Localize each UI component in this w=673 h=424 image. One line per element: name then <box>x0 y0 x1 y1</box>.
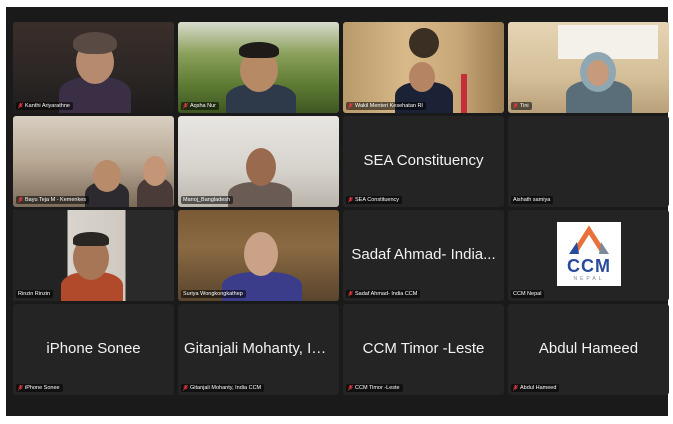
participant-name: SEA Constituency <box>355 197 400 203</box>
participant-name-label: CCM Nepal <box>511 290 545 298</box>
participant-tile[interactable]: Suriya Wongkongkathep <box>178 210 339 301</box>
video-gallery: Kanthi Ariyarathne Aqsha Nur Wakil Mente… <box>6 7 669 416</box>
participant-name-label: Gitanjali Mohanty, India CCM <box>181 384 265 392</box>
participant-video <box>508 22 669 113</box>
participant-video <box>13 22 174 113</box>
mic-muted-icon <box>18 103 23 109</box>
participant-display-name: Abdul Hameed <box>538 340 639 357</box>
participant-tile-active-speaker[interactable]: Rinzin Rinzin <box>13 210 174 301</box>
participant-video <box>343 22 504 113</box>
banner-image <box>558 25 658 59</box>
flag-icon <box>461 74 467 113</box>
participant-tile[interactable]: CCM Timor -Leste CCM Timor -Leste <box>343 304 504 395</box>
participant-display-name: Gitanjali Mohanty, Ind... <box>184 340 339 357</box>
participant-tile[interactable]: Sadaf Ahmad- India... Sadaf Ahmad- India… <box>343 210 504 301</box>
participant-name-label: Bayu Teja M - Kemenkes <box>16 196 90 204</box>
participant-name-label: Rinzin Rinzin <box>16 290 54 298</box>
participant-tile[interactable]: Gitanjali Mohanty, Ind... Gitanjali Moha… <box>178 304 339 395</box>
mic-muted-icon <box>513 385 518 391</box>
participant-tile[interactable]: Manoj_Bangladesh <box>178 116 339 207</box>
mic-muted-icon <box>348 291 353 297</box>
participant-display-name: SEA Constituency <box>363 152 484 169</box>
participant-tile[interactable]: iPhone Sonee iPhone Sonee <box>13 304 174 395</box>
participant-name: Suriya Wongkongkathep <box>183 291 243 297</box>
participant-name-label: Sadaf Ahmad- India CCM <box>346 290 421 298</box>
participant-video <box>13 116 174 207</box>
participant-display-name: iPhone Sonee <box>46 340 141 357</box>
participant-video <box>178 210 339 301</box>
participant-name-label: SEA Constituency <box>346 196 403 204</box>
participant-tile[interactable]: Aqsha Nur <box>178 22 339 113</box>
participant-name: CCM Timor -Leste <box>355 385 400 391</box>
mic-muted-icon <box>183 385 188 391</box>
ccm-logo-text: CCM <box>567 256 611 276</box>
mic-muted-icon <box>348 103 353 109</box>
participant-name: Manoj_Bangladesh <box>183 197 231 203</box>
mic-muted-icon <box>513 103 518 109</box>
participant-name: Bayu Teja M - Kemenkes <box>25 197 87 203</box>
mic-muted-icon <box>18 197 23 203</box>
participant-display-name: Sadaf Ahmad- India... <box>351 246 496 263</box>
participant-name-label: CCM Timor -Leste <box>346 384 403 392</box>
participant-name-label: Kanthi Ariyarathne <box>16 102 73 110</box>
participant-video <box>13 210 174 301</box>
mic-muted-icon <box>183 103 188 109</box>
participant-tile[interactable]: Aishath samiya <box>508 116 669 207</box>
participant-tile[interactable]: Abdul Hameed Abdul Hameed <box>508 304 669 395</box>
participant-tile[interactable]: Wakil Menteri Kesehatan RI <box>343 22 504 113</box>
participant-name-label: Abdul Hameed <box>511 384 560 392</box>
participant-name-label: Aishath samiya <box>511 196 554 204</box>
participant-tile[interactable]: CCM NEPAL CCM Nepal <box>508 210 669 301</box>
mic-muted-icon <box>18 385 23 391</box>
participant-tile[interactable]: SEA Constituency SEA Constituency <box>343 116 504 207</box>
mic-muted-icon <box>348 385 353 391</box>
emblem-icon <box>409 28 439 58</box>
ccm-logo-icon: CCM NEPAL <box>557 222 621 286</box>
participant-tile[interactable]: Bayu Teja M - Kemenkes <box>13 116 174 207</box>
participant-name: Aqsha Nur <box>190 103 216 109</box>
participant-name: Wakil Menteri Kesehatan RI <box>355 103 423 109</box>
mic-muted-icon <box>348 197 353 203</box>
ccm-logo-subtext: NEPAL <box>573 276 605 282</box>
participant-video <box>178 116 339 207</box>
participant-display-name: CCM Timor -Leste <box>362 340 485 357</box>
participant-name: Abdul Hameed <box>520 385 557 391</box>
participant-name: Rinzin Rinzin <box>18 291 51 297</box>
participant-name-label: Tini <box>511 102 532 110</box>
participant-name-label: Wakil Menteri Kesehatan RI <box>346 102 426 110</box>
participant-name: Kanthi Ariyarathne <box>25 103 70 109</box>
participant-video <box>178 22 339 113</box>
participant-name: CCM Nepal <box>513 291 542 297</box>
participant-tile[interactable]: Kanthi Ariyarathne <box>13 22 174 113</box>
participant-name: Tini <box>520 103 529 109</box>
participant-tile[interactable]: Tini <box>508 22 669 113</box>
participant-name: iPhone Sonee <box>25 385 60 391</box>
participant-name: Sadaf Ahmad- India CCM <box>355 291 418 297</box>
participant-name: Aishath samiya <box>513 197 551 203</box>
participant-name: Gitanjali Mohanty, India CCM <box>190 385 262 391</box>
participant-name-label: Suriya Wongkongkathep <box>181 290 246 298</box>
participant-name-label: Manoj_Bangladesh <box>181 196 234 204</box>
participant-name-label: Aqsha Nur <box>181 102 219 110</box>
participant-name-label: iPhone Sonee <box>16 384 63 392</box>
